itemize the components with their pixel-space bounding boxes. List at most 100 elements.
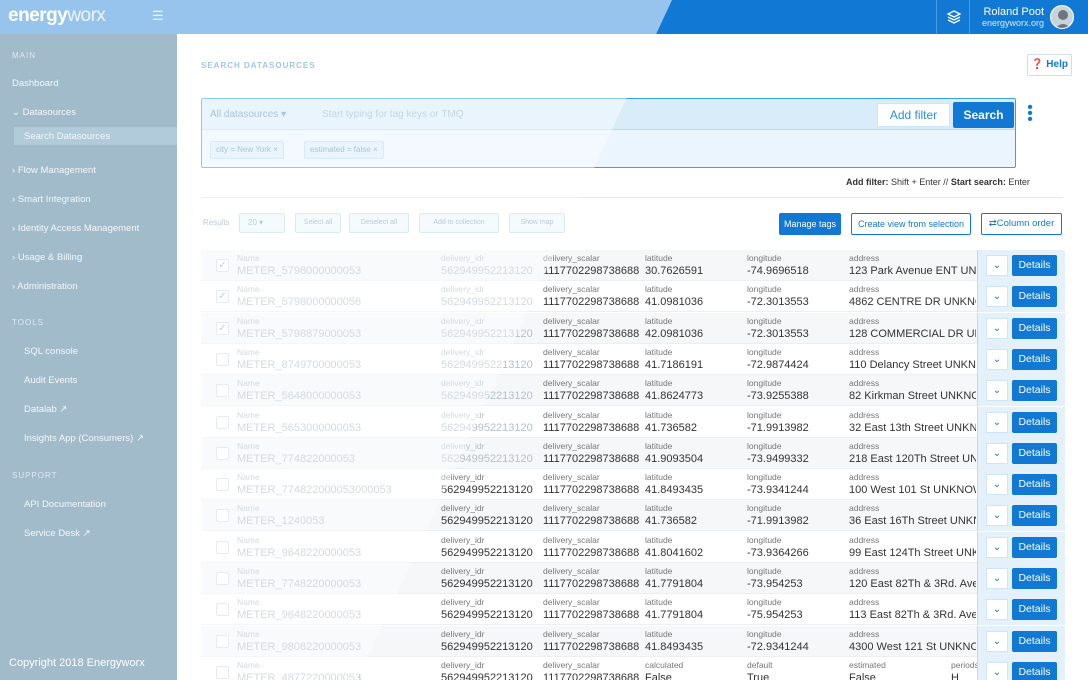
- sidebar-item-insights-app[interactable]: Insights App (Consumers) ↗: [24, 433, 144, 444]
- details-button[interactable]: Details: [1012, 661, 1057, 680]
- sidebar-item-audit-events[interactable]: Audit Events: [24, 375, 77, 386]
- sidebar-item-datalab[interactable]: Datalab ↗: [24, 404, 67, 415]
- sidebar-item-dashboard[interactable]: Dashboard: [12, 78, 58, 89]
- details-button[interactable]: Details: [1012, 442, 1057, 464]
- sidebar-item-flow-management[interactable]: › Flow Management: [12, 165, 96, 176]
- add-to-collection-button[interactable]: Add to collection: [419, 213, 499, 233]
- details-button[interactable]: Details: [1012, 474, 1057, 496]
- expand-chevron-icon[interactable]: ⌄: [986, 505, 1008, 527]
- close-icon[interactable]: ×: [373, 145, 378, 154]
- avatar[interactable]: [1050, 5, 1074, 29]
- table-row[interactable]: Name METER_9648220000053 delivery_idr 56294…: [201, 531, 1065, 563]
- cell-key: Name: [237, 315, 260, 326]
- deselect-all-button[interactable]: Deselect all: [349, 213, 409, 233]
- hamburger-menu-icon[interactable]: ☰: [152, 9, 166, 22]
- cell-value: 1117702298738688: [543, 265, 640, 277]
- expand-chevron-icon[interactable]: ⌄: [986, 286, 1008, 308]
- search-button[interactable]: Search: [953, 102, 1014, 128]
- row-checkbox[interactable]: [216, 665, 229, 679]
- details-button[interactable]: Details: [1012, 505, 1057, 527]
- column-order-button[interactable]: ⇄Column order: [981, 213, 1062, 235]
- details-button[interactable]: Details: [1012, 255, 1057, 276]
- row-checkbox[interactable]: [216, 509, 229, 523]
- expand-chevron-icon[interactable]: ⌄: [986, 661, 1008, 680]
- row-checkbox[interactable]: [216, 384, 229, 398]
- expand-chevron-icon[interactable]: ⌄: [986, 474, 1008, 496]
- close-icon[interactable]: ×: [273, 145, 278, 154]
- details-button[interactable]: Details: [1012, 380, 1057, 402]
- details-button[interactable]: Details: [1012, 630, 1057, 652]
- details-button[interactable]: Details: [1012, 599, 1057, 621]
- row-checkbox[interactable]: ✓: [216, 290, 229, 304]
- expand-chevron-icon[interactable]: ⌄: [986, 317, 1008, 339]
- sidebar-item-smart-integration[interactable]: › Smart Integration: [12, 194, 91, 205]
- add-filter-button[interactable]: Add filter: [877, 103, 950, 127]
- expand-chevron-icon[interactable]: ⌄: [986, 442, 1008, 464]
- row-checkbox[interactable]: [216, 415, 229, 429]
- sidebar-item-sql-console[interactable]: SQL console: [24, 346, 78, 357]
- sidebar-item-datasources[interactable]: ⌄ Datasources: [12, 107, 76, 118]
- table-row[interactable]: Name METER_1240053 delivery_idr 56294995221…: [201, 500, 1065, 532]
- expand-chevron-icon[interactable]: ⌄: [986, 599, 1008, 621]
- table-row[interactable]: Name METER_4877220000053 delivery_idr 56294…: [201, 656, 1065, 680]
- sidebar-item-identity-access[interactable]: › Identity Access Management: [12, 223, 139, 234]
- table-row[interactable]: ✓ Name METER_5798000000056 delivery_idr 5629…: [201, 281, 1065, 313]
- row-checkbox[interactable]: ✓: [216, 259, 229, 272]
- show-map-button[interactable]: Show map: [509, 213, 565, 233]
- row-checkbox[interactable]: [216, 446, 229, 460]
- sidebar-item-administration[interactable]: › Administration: [12, 281, 77, 292]
- expand-chevron-icon[interactable]: ⌄: [986, 630, 1008, 652]
- details-button[interactable]: Details: [1012, 411, 1057, 433]
- row-checkbox[interactable]: [216, 572, 229, 585]
- sidebar-item-usage-billing[interactable]: › Usage & Billing: [12, 252, 82, 263]
- filter-chip[interactable]: estimated = false ×: [304, 141, 384, 159]
- table-row[interactable]: Name METER_774822000053000053 delivery_idr…: [201, 469, 1065, 501]
- details-button[interactable]: Details: [1012, 536, 1057, 558]
- expand-chevron-icon[interactable]: ⌄: [986, 568, 1008, 589]
- details-button[interactable]: Details: [1012, 317, 1057, 339]
- table-row[interactable]: Name METER_7748220000053 delivery_idr 56294…: [201, 563, 1065, 594]
- more-options-icon[interactable]: • • •: [1026, 100, 1034, 128]
- row-checkbox[interactable]: [216, 478, 229, 492]
- table-row[interactable]: Name METER_5653000000053 delivery_idr 56294…: [201, 406, 1065, 438]
- cell-value: 41.8624773: [645, 390, 704, 403]
- expand-chevron-icon[interactable]: ⌄: [986, 380, 1008, 402]
- filter-chip[interactable]: city = New York ×: [210, 141, 284, 159]
- help-button[interactable]: ❓ Help: [1027, 54, 1072, 76]
- cell-key: address: [849, 503, 880, 514]
- table-row[interactable]: Name METER_9648220000053 delivery_idr 56294…: [201, 594, 1065, 626]
- sidebar-item-search-datasources[interactable]: Search Datasources: [24, 131, 110, 142]
- page-size-select[interactable]: 20 ▾: [239, 213, 285, 233]
- create-view-button[interactable]: Create view from selection: [851, 213, 971, 235]
- row-checkbox[interactable]: [216, 352, 229, 366]
- expand-chevron-icon[interactable]: ⌄: [986, 255, 1008, 276]
- user-info[interactable]: Roland Poot energyworx.org: [982, 6, 1044, 29]
- expand-chevron-icon[interactable]: ⌄: [986, 536, 1008, 558]
- sidebar-item-api-docs[interactable]: API Documentation: [24, 499, 106, 510]
- cell-value: 1117702298738688: [543, 296, 640, 309]
- table-row[interactable]: Name METER_8749700000053 delivery_idr 56294…: [201, 343, 1065, 375]
- table-row[interactable]: Name METER_9808220000053 delivery_idr 56294…: [201, 625, 1065, 657]
- energyworx-logo[interactable]: energyworx: [8, 5, 106, 27]
- sidebar-item-service-desk[interactable]: Service Desk ↗: [24, 528, 91, 539]
- manage-tags-button[interactable]: Manage tags: [779, 213, 841, 235]
- row-checkbox[interactable]: ✓: [216, 321, 229, 335]
- details-button[interactable]: Details: [1012, 286, 1057, 308]
- table-row[interactable]: ✓ Name METER_5798000000053 delivery_idr 5629…: [201, 250, 1065, 281]
- expand-chevron-icon[interactable]: ⌄: [986, 348, 1008, 370]
- table-row[interactable]: ✓ Name METER_5798879000053 delivery_idr 5629…: [201, 312, 1065, 344]
- details-button[interactable]: Details: [1012, 348, 1057, 370]
- select-all-button[interactable]: Select all: [295, 213, 341, 233]
- table-row[interactable]: Name METER_774822000053 delivery_idr 562949…: [201, 437, 1065, 469]
- row-checkbox[interactable]: [216, 540, 229, 554]
- cell-value: 562949952213120: [441, 640, 533, 653]
- search-input[interactable]: Start typing for tag keys or TMQ: [322, 109, 464, 120]
- datasource-select[interactable]: All datasources ▾: [210, 109, 286, 120]
- table-row[interactable]: Name METER_5648000000053 delivery_idr 56294…: [201, 375, 1065, 407]
- cell-key: latitude: [645, 440, 673, 451]
- row-checkbox[interactable]: [216, 634, 229, 648]
- details-button[interactable]: Details: [1012, 568, 1057, 589]
- layers-icon[interactable]: [936, 0, 970, 34]
- expand-chevron-icon[interactable]: ⌄: [986, 411, 1008, 433]
- row-checkbox[interactable]: [216, 603, 229, 617]
